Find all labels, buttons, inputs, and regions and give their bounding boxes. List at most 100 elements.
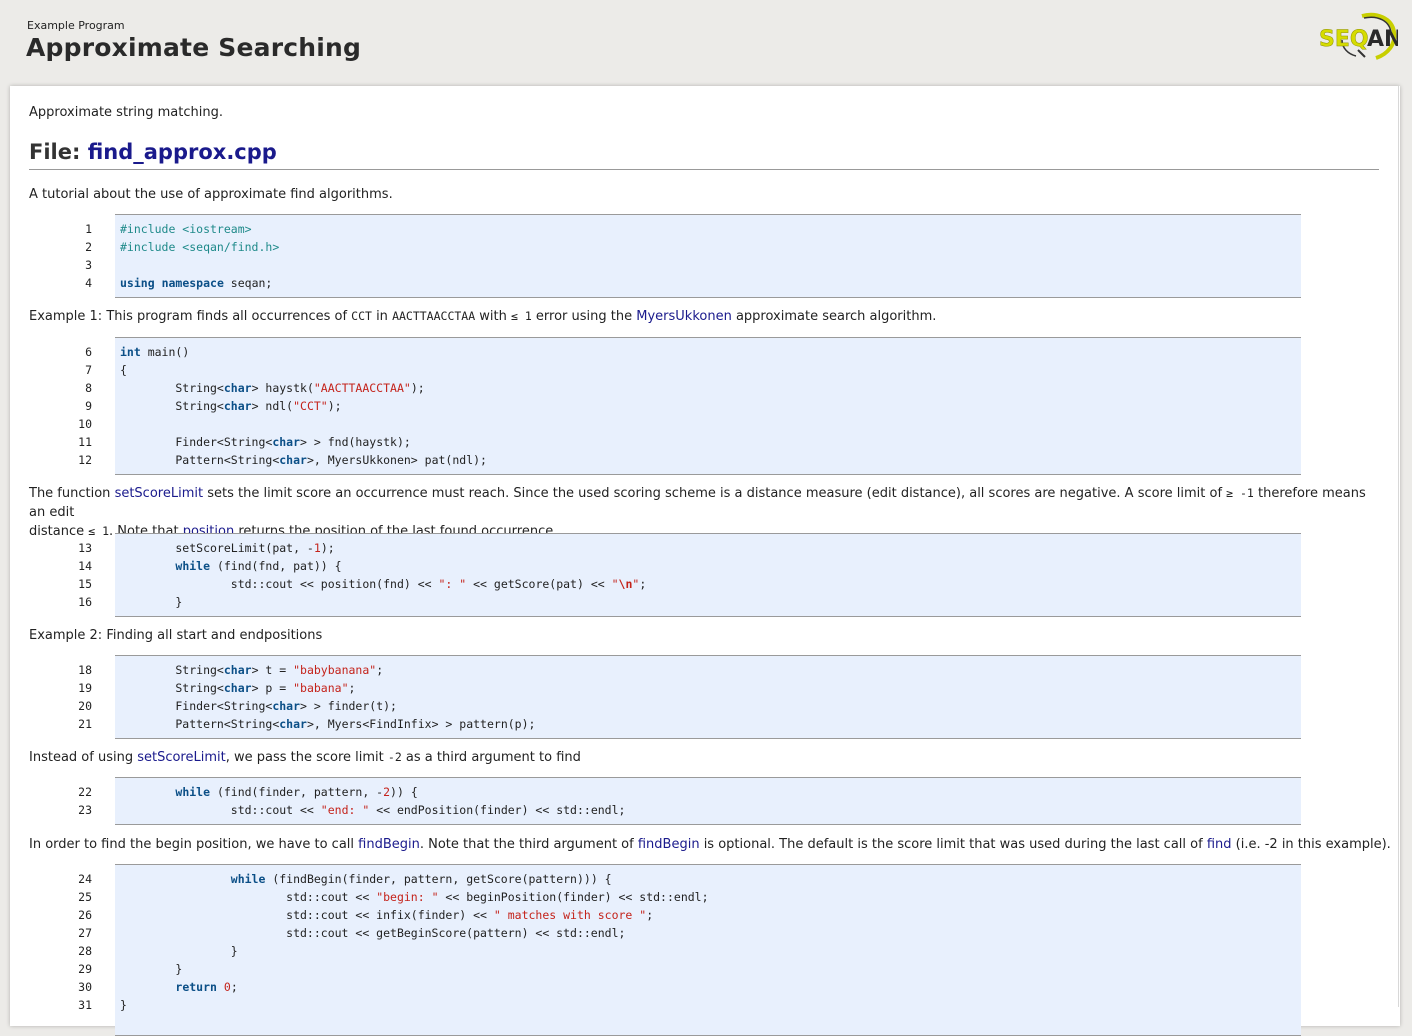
text-span: -2: [1264, 837, 1278, 852]
line-number: 12: [78, 453, 92, 467]
code-line: }: [120, 998, 127, 1012]
text-span: (i.e.: [1231, 837, 1265, 852]
code-line: }: [120, 595, 183, 609]
line-number: 25: [78, 890, 92, 904]
code-line: while (findBegin(finder, pattern, getSco…: [230, 872, 612, 886]
line-number: 15: [78, 577, 92, 591]
code-text: #include <iostream>: [120, 222, 252, 236]
findbegin-link[interactable]: findBegin: [638, 837, 700, 852]
text-span: , we pass the score limit: [225, 750, 388, 765]
svg-text:AN: AN: [1367, 27, 1398, 52]
line-number: 3: [85, 258, 92, 272]
file-heading-prefix: File:: [29, 140, 88, 164]
code-line: String<char> ndl("CCT");: [120, 399, 342, 413]
code-line: std::cout << getBeginScore(pattern) << s…: [120, 926, 626, 940]
code-line: return 0;: [175, 980, 238, 994]
code-line: std::cout << infix(finder) << " matches …: [120, 908, 654, 922]
line-number: 28: [78, 944, 92, 958]
find-link[interactable]: find: [1207, 837, 1232, 852]
line-number: 7: [85, 363, 92, 377]
code-line: String<char> haystk("AACTTAACCTAA");: [120, 381, 425, 395]
page-title: Approximate Searching: [26, 33, 362, 62]
text-span: in this example).: [1277, 837, 1391, 852]
code-text: #include <seqan/find.h>: [120, 240, 280, 254]
line-number: 1: [85, 222, 92, 236]
line-number: 24: [78, 872, 92, 886]
code-inline: -2: [387, 750, 402, 764]
code-block-bg: [115, 214, 1301, 298]
myersukkonen-link[interactable]: MyersUkkonen: [636, 309, 732, 324]
code-line: #include <seqan/find.h>: [120, 238, 279, 256]
line-number: 19: [78, 681, 92, 695]
line-number: 2: [85, 240, 92, 254]
text-span: Instead of using: [29, 750, 138, 765]
file-heading: File: find_approx.cpp: [29, 140, 1379, 170]
line-number: 31: [78, 998, 92, 1012]
line-number: 6: [85, 345, 92, 359]
example2-text: Example 2: Finding all start and endposi…: [29, 628, 323, 643]
code-line: #include <iostream>: [120, 220, 252, 238]
line-number: 9: [85, 399, 92, 413]
code-line: int main(): [120, 345, 190, 359]
code-line: using namespace seqan;: [120, 276, 273, 290]
setscorelimit-link[interactable]: setScoreLimit: [115, 486, 204, 501]
text-span: as a third argument to find: [401, 750, 581, 765]
code-inline: ≥ -1: [1226, 486, 1254, 500]
text-span: with: [475, 309, 512, 324]
page-header: Example Program Approximate Searching SE…: [0, 0, 1412, 86]
code-line: String<char> p = "babana";: [120, 681, 356, 695]
text-span: distance: [29, 524, 89, 539]
svg-text:SEQ: SEQ: [1319, 27, 1369, 52]
text-span: In order to find the begin position, we …: [29, 837, 359, 852]
text-span: in: [371, 309, 393, 324]
line-number: 21: [78, 717, 92, 731]
line-number: 29: [78, 962, 92, 976]
code-line: Finder<String<char> > finder(t);: [120, 699, 397, 713]
third-arg-text: Instead of using setScoreLimit, we pass …: [29, 748, 581, 767]
text-span: Example 1: This program finds all occurr…: [29, 309, 352, 324]
code-line: String<char> t = "babybanana";: [120, 663, 384, 677]
code-line: std::cout << "begin: " << beginPosition(…: [120, 890, 709, 904]
text-span: is optional. The default is the score li…: [699, 837, 1207, 852]
line-number: 20: [78, 699, 92, 713]
code-line: std::cout << "end: " << endPosition(find…: [120, 803, 626, 817]
code-line: }: [120, 944, 238, 958]
text-span: The function: [29, 486, 115, 501]
code-line: std::cout << position(fnd) << ": " << ge…: [120, 577, 647, 591]
code-line: Finder<String<char> > fnd(haystk);: [120, 435, 411, 449]
line-number: 11: [78, 435, 92, 449]
line-number: 8: [85, 381, 92, 395]
intro-text: Approximate string matching.: [29, 105, 223, 120]
line-number: 30: [78, 980, 92, 994]
line-number: 26: [78, 908, 92, 922]
code-line: }: [120, 962, 183, 976]
code-line: while (find(finder, pattern, -2)) {: [175, 785, 418, 799]
content-panel: Approximate string matching. File: find_…: [10, 86, 1400, 1036]
code-inline: CCT: [351, 309, 372, 323]
line-number: 18: [78, 663, 92, 677]
text-span: . Note that the third argument of: [419, 837, 638, 852]
seqan-logo[interactable]: SEQ AN: [1318, 10, 1398, 62]
begin-text: In order to find the begin position, we …: [29, 835, 1391, 854]
code-line: Pattern<String<char>, Myers<FindInfix> >…: [120, 717, 536, 731]
findbegin-link[interactable]: findBegin: [358, 837, 420, 852]
text-span: error using the: [531, 309, 637, 324]
tutorial-text: A tutorial about the use of approximate …: [29, 187, 393, 202]
setscorelimit-link[interactable]: setScoreLimit: [137, 750, 226, 765]
line-number: 22: [78, 785, 92, 799]
line-number: 13: [78, 541, 92, 555]
line-number: 10: [78, 417, 92, 431]
page-edge: [1398, 86, 1399, 1007]
code-inline: ≤ 1: [511, 309, 532, 323]
line-number: 4: [85, 276, 92, 290]
code-line: Pattern<String<char>, MyersUkkonen> pat(…: [120, 453, 487, 467]
code-inline: AACTTAACCTAA: [392, 309, 476, 323]
example1-text: Example 1: This program finds all occurr…: [29, 307, 936, 326]
line-number: 14: [78, 559, 92, 573]
page-kicker: Example Program: [27, 19, 125, 32]
code-line: while (find(fnd, pat)) {: [175, 559, 342, 573]
line-number: 16: [78, 595, 92, 609]
line-number: 27: [78, 926, 92, 940]
file-link[interactable]: find_approx.cpp: [88, 140, 277, 164]
text-span: approximate search algorithm.: [731, 309, 937, 324]
